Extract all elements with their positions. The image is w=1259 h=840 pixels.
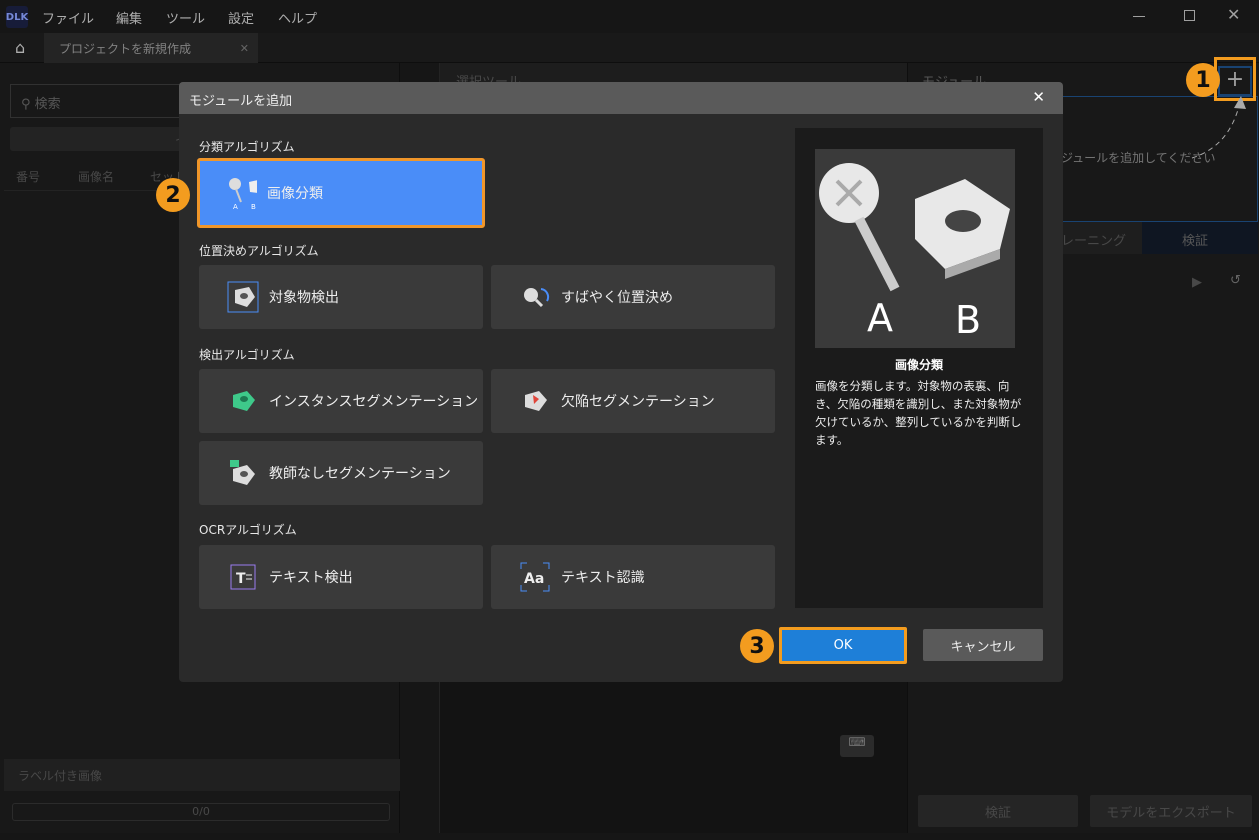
image-classification-preview-icon: A B <box>819 163 1010 342</box>
callout-badge-2: 2 <box>156 178 190 212</box>
ok-button[interactable]: OK <box>779 627 907 664</box>
preview-panel: A B 画像分類 画像を分類します。対象物の表裏、向き、欠陥の種類を識別し、また… <box>795 128 1043 608</box>
dashed-arrow-icon <box>1191 96 1246 159</box>
object-detection-icon <box>227 281 259 313</box>
preview-title: 画像分類 <box>894 358 943 372</box>
section-positioning: 位置決めアルゴリズム <box>199 244 319 258</box>
module-image-classification[interactable]: AB 画像分類 <box>197 158 485 228</box>
module-text-recognition[interactable]: Aa テキスト認識 <box>491 545 775 609</box>
add-module-dialog: モジュールを追加 ✕ 分類アルゴリズム AB 画像分類 位置決めアルゴリズム 対… <box>179 82 1063 682</box>
dialog-title: モジュールを追加 <box>189 94 293 109</box>
callout-badge-1: 1 <box>1186 63 1220 97</box>
fast-positioning-icon <box>519 281 551 313</box>
card-label: 欠陥セグメンテーション <box>561 394 715 410</box>
preview-description: 画像を分類します。対象物の表裏、向き、欠陥の種類を識別し、また対象物が欠けている… <box>815 379 1022 447</box>
text-recognition-icon: Aa <box>519 561 551 593</box>
module-object-detection[interactable]: 対象物検出 <box>199 265 483 329</box>
card-label: 対象物検出 <box>269 290 339 306</box>
preview-image: A B <box>815 149 1015 348</box>
cancel-button[interactable]: キャンセル <box>923 629 1043 661</box>
module-instance-segmentation[interactable]: インスタンスセグメンテーション <box>199 369 483 433</box>
defect-segmentation-icon <box>519 385 551 417</box>
svg-text:B: B <box>251 203 256 210</box>
unsupervised-segmentation-icon <box>227 457 259 489</box>
card-label: すばやく位置決め <box>561 290 673 306</box>
module-defect-segmentation[interactable]: 欠陥セグメンテーション <box>491 369 775 433</box>
callout-badge-3: 3 <box>740 629 774 663</box>
svg-text:T: T <box>236 571 246 587</box>
card-label: インスタンスセグメンテーション <box>269 394 479 410</box>
svg-text:B: B <box>955 298 981 342</box>
module-text-detection[interactable]: T テキスト検出 <box>199 545 483 609</box>
card-label: テキスト認識 <box>561 570 645 586</box>
dialog-close-button[interactable]: ✕ <box>1032 88 1045 106</box>
text-detection-icon: T <box>227 561 259 593</box>
module-unsupervised-segmentation[interactable]: 教師なしセグメンテーション <box>199 441 483 505</box>
svg-text:A: A <box>867 296 893 340</box>
image-classification-icon: AB <box>225 177 257 210</box>
section-ocr: OCRアルゴリズム <box>199 523 297 537</box>
dialog-header: モジュールを追加 ✕ <box>179 82 1063 114</box>
card-label: 画像分類 <box>267 186 323 202</box>
callout-highlight-add <box>1214 57 1256 101</box>
section-detection: 検出アルゴリズム <box>199 348 295 362</box>
svg-text:Aa: Aa <box>524 571 544 587</box>
module-fast-positioning[interactable]: すばやく位置決め <box>491 265 775 329</box>
svg-text:A: A <box>233 203 238 210</box>
instance-segmentation-icon <box>227 385 259 417</box>
card-label: 教師なしセグメンテーション <box>269 466 451 482</box>
section-classification: 分類アルゴリズム <box>199 140 295 154</box>
card-label: テキスト検出 <box>269 570 353 586</box>
